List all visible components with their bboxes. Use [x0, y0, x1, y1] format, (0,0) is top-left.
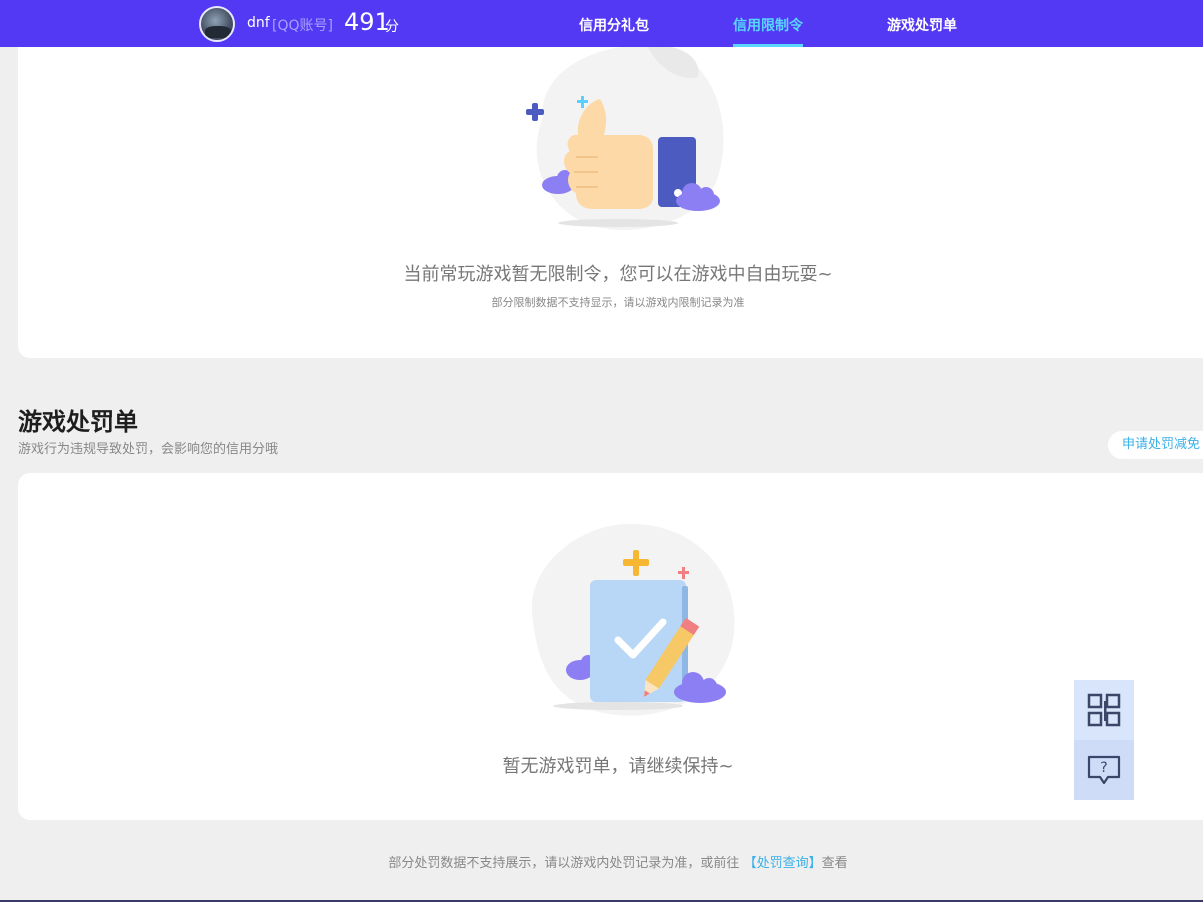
- feedback-button[interactable]: ?: [1074, 740, 1134, 800]
- section-description: 游戏行为违规导致处罚，会影响您的信用分哦: [18, 442, 279, 457]
- account-type: [QQ账号]: [272, 18, 333, 34]
- restriction-card: 当前常玩游戏暂无限制令，您可以在游戏中自由玩耍~ 部分限制数据不支持显示，请以游…: [18, 47, 1203, 358]
- tab-credit-restriction[interactable]: 信用限制令: [733, 15, 803, 35]
- thumbs-up-illustration: [526, 47, 724, 230]
- username: dnf: [247, 15, 270, 31]
- avatar[interactable]: [199, 6, 235, 42]
- penalty-query-link[interactable]: 【处罚查询】: [744, 856, 822, 871]
- apply-penalty-reduction-button[interactable]: 申请处罚减免: [1108, 431, 1203, 459]
- top-nav-bar: dnf [QQ账号] 491 分 信用分礼包 信用限制令 游戏处罚单: [0, 0, 1203, 47]
- checklist-illustration: [531, 523, 735, 716]
- feedback-icon: ?: [1087, 755, 1121, 785]
- footer-note-suffix: 查看: [821, 856, 848, 871]
- restriction-note: 部分限制数据不支持显示，请以游戏内限制记录为准: [491, 296, 745, 309]
- penalty-card: 暂无游戏罚单，请继续保持~: [18, 473, 1203, 820]
- restriction-empty-message: 当前常玩游戏暂无限制令，您可以在游戏中自由玩耍~: [403, 264, 833, 285]
- footer-note-text: 部分处罚数据不支持展示，请以游戏内处罚记录为准，或前往: [388, 856, 740, 871]
- svg-text:?: ?: [1100, 760, 1107, 776]
- penalty-footer-note: 部分处罚数据不支持展示，请以游戏内处罚记录为准，或前往 【处罚查询】查看: [0, 852, 1203, 871]
- section-title: 游戏处罚单: [18, 408, 138, 436]
- tab-game-penalty[interactable]: 游戏处罚单: [887, 15, 957, 35]
- credit-score-unit: 分: [385, 19, 399, 35]
- qr-code-icon: [1087, 693, 1121, 727]
- tab-credit-gift[interactable]: 信用分礼包: [579, 15, 649, 35]
- credit-score: 491: [344, 8, 390, 36]
- qr-code-button[interactable]: [1074, 680, 1134, 740]
- penalty-empty-message: 暂无游戏罚单，请继续保持~: [502, 756, 734, 777]
